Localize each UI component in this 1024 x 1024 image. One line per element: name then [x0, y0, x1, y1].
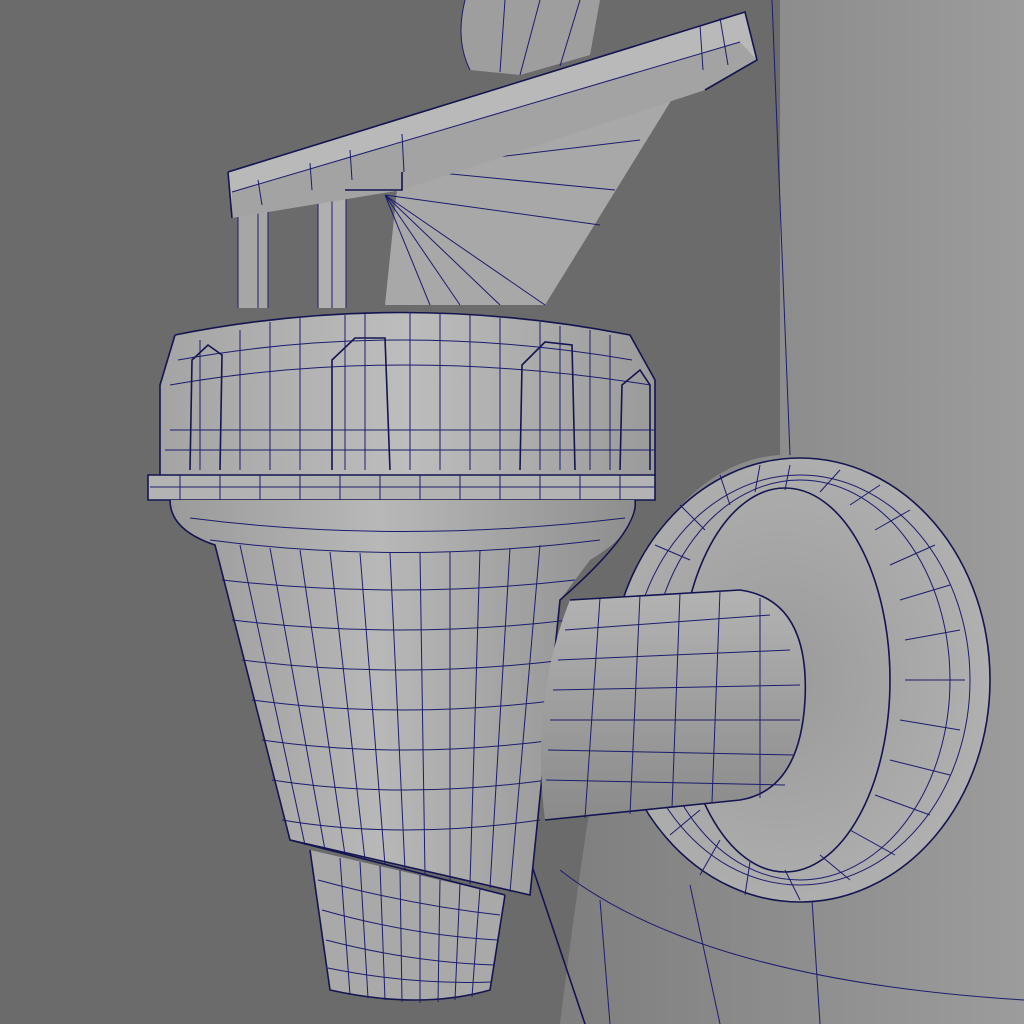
tap-cap[interactable] — [147, 311, 656, 501]
tap-lever[interactable] — [227, 0, 758, 308]
scene-render[interactable] — [0, 0, 1024, 1024]
3d-viewport[interactable] — [0, 0, 1024, 1024]
tap-pipe[interactable] — [540, 589, 807, 821]
